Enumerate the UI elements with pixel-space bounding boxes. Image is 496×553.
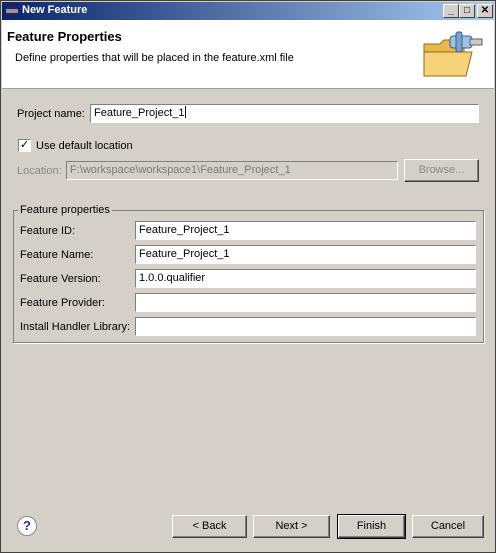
location-input[interactable]: F:\workspace\workspace1\Feature_Project_… <box>66 161 398 180</box>
text-cursor <box>184 106 186 118</box>
feature-properties-group-label: Feature properties <box>18 204 112 216</box>
page-title: Feature Properties <box>7 29 122 44</box>
minimize-button[interactable]: _ <box>443 4 459 18</box>
project-name-input[interactable]: Feature_Project_1 <box>90 104 479 123</box>
page-description: Define properties that will be placed in… <box>15 52 294 64</box>
feature-provider-input[interactable] <box>135 293 476 312</box>
wizard-header: Feature Properties Define properties tha… <box>2 20 494 89</box>
close-button[interactable]: ✕ <box>477 4 493 18</box>
use-default-location-label[interactable]: Use default location <box>36 140 133 152</box>
project-name-value: Feature_Project_1 <box>94 107 185 119</box>
feature-name-label: Feature Name: <box>20 249 94 261</box>
feature-name-input[interactable]: Feature_Project_1 <box>135 245 476 264</box>
feature-id-label: Feature ID: <box>20 225 76 237</box>
new-feature-dialog: New Feature _ □ ✕ Feature Properties Def… <box>0 0 496 553</box>
feature-id-input[interactable]: Feature_Project_1 <box>135 221 476 240</box>
feature-version-label: Feature Version: <box>20 273 101 285</box>
maximize-button[interactable]: □ <box>459 4 475 18</box>
feature-provider-label: Feature Provider: <box>20 297 105 309</box>
back-button[interactable]: < Back <box>172 515 247 538</box>
project-name-label: Project name: <box>17 108 85 120</box>
browse-button[interactable]: Browse... <box>404 159 479 182</box>
install-handler-library-input[interactable] <box>135 317 476 336</box>
finish-button[interactable]: Finish <box>337 514 406 539</box>
next-button[interactable]: Next > <box>253 515 330 538</box>
cancel-button[interactable]: Cancel <box>412 515 484 538</box>
help-icon[interactable]: ? <box>17 516 37 536</box>
title-bar[interactable]: New Feature _ □ ✕ <box>2 2 494 20</box>
folder-plugin-icon <box>423 31 483 77</box>
use-default-location-checkbox[interactable]: ✓ <box>18 139 31 152</box>
eclipse-icon <box>6 5 18 17</box>
feature-version-input[interactable]: 1.0.0.qualifier <box>135 269 476 288</box>
location-label: Location: <box>17 165 62 177</box>
window-title: New Feature <box>22 4 88 16</box>
install-handler-library-label: Install Handler Library: <box>20 321 131 333</box>
